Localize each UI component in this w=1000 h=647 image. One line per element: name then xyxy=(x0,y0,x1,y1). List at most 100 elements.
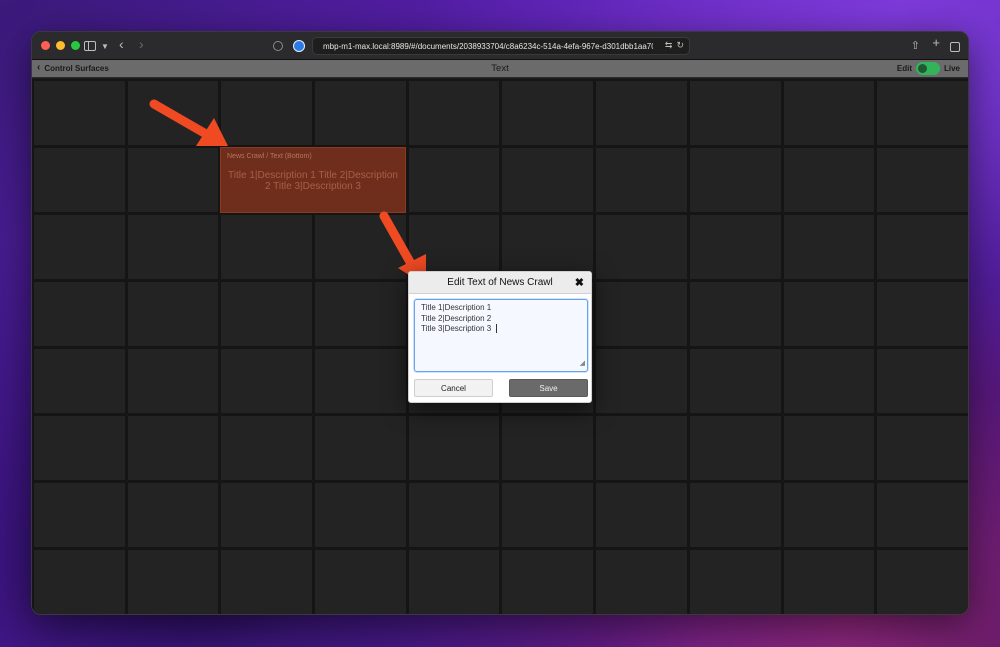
grid-cell[interactable] xyxy=(689,483,781,547)
grid-cell[interactable] xyxy=(877,416,968,480)
grid-cell[interactable] xyxy=(783,148,875,212)
grid-cell[interactable] xyxy=(689,416,781,480)
grid-cell[interactable] xyxy=(783,349,875,413)
grid-cell[interactable] xyxy=(408,483,500,547)
grid-cell[interactable] xyxy=(34,483,125,547)
tab-overview-icon[interactable] xyxy=(950,42,960,52)
grid-cell[interactable] xyxy=(221,349,313,413)
grid-cell[interactable] xyxy=(127,148,219,212)
news-crawl-tile[interactable]: News Crawl / Text (Bottom) Title 1|Descr… xyxy=(220,147,406,213)
grid-cell[interactable] xyxy=(596,349,687,413)
grid-cell[interactable] xyxy=(315,550,406,614)
grid-cell[interactable] xyxy=(315,349,406,413)
grid-cell[interactable] xyxy=(221,416,313,480)
grid-cell[interactable] xyxy=(877,550,968,614)
grid-cell[interactable] xyxy=(596,81,687,145)
grid-cell[interactable] xyxy=(877,483,968,547)
grid-cell[interactable] xyxy=(689,215,781,279)
grid-cell[interactable] xyxy=(127,349,219,413)
grid-cell[interactable] xyxy=(315,215,406,279)
close-icon[interactable]: ✖ xyxy=(575,276,584,289)
zoom-window-button[interactable] xyxy=(71,41,80,50)
grid-cell[interactable] xyxy=(408,550,500,614)
password-manager-icon[interactable] xyxy=(293,40,305,52)
grid-cell[interactable] xyxy=(34,81,125,145)
grid-cell[interactable] xyxy=(127,550,219,614)
reload-icon[interactable]: ↻ xyxy=(676,40,684,51)
text-input-area[interactable]: Title 1|Description 1 Title 2|Descriptio… xyxy=(414,299,588,372)
grid-cell[interactable] xyxy=(127,282,219,346)
grid-cell[interactable] xyxy=(502,416,594,480)
grid-cell[interactable] xyxy=(221,483,313,547)
grid-cell[interactable] xyxy=(127,215,219,279)
grid-cell[interactable] xyxy=(34,282,125,346)
grid-cell[interactable] xyxy=(34,550,125,614)
grid-cell[interactable] xyxy=(315,483,406,547)
mode-edit-label: Edit xyxy=(896,64,912,73)
grid-cell[interactable] xyxy=(877,148,968,212)
grid-cell[interactable] xyxy=(689,81,781,145)
grid-cell[interactable] xyxy=(689,282,781,346)
back-arrow-icon[interactable]: ‹ xyxy=(119,36,124,52)
share-icon[interactable]: ⇧ xyxy=(911,38,920,54)
grid-cell[interactable] xyxy=(34,148,125,212)
grid-cell[interactable] xyxy=(783,81,875,145)
grid-cell[interactable] xyxy=(502,148,594,212)
grid-cell[interactable] xyxy=(877,81,968,145)
grid-cell[interactable] xyxy=(596,550,687,614)
address-bar[interactable]: mbp-m1-max.local:8989/#/documents/203893… xyxy=(312,37,690,55)
grid-cell[interactable] xyxy=(502,483,594,547)
grid-cell[interactable] xyxy=(596,416,687,480)
translate-icon[interactable]: ⇆ xyxy=(665,40,673,51)
chevron-down-icon[interactable]: ▼ xyxy=(101,39,109,55)
grid-cell[interactable] xyxy=(408,215,500,279)
grid-cell[interactable] xyxy=(596,282,687,346)
grid-cell[interactable] xyxy=(315,282,406,346)
grid-cell[interactable] xyxy=(315,416,406,480)
text-line: Title 2|Description 2 xyxy=(421,313,492,323)
edit-live-switch[interactable] xyxy=(915,62,940,75)
minimize-window-button[interactable] xyxy=(56,41,65,50)
grid-cell[interactable] xyxy=(127,81,219,145)
grid-cell[interactable] xyxy=(408,148,500,212)
grid-cell[interactable] xyxy=(34,215,125,279)
grid-cell[interactable] xyxy=(221,282,313,346)
grid-cell[interactable] xyxy=(221,550,313,614)
grid-cell[interactable] xyxy=(127,483,219,547)
grid-cell[interactable] xyxy=(221,81,313,145)
close-window-button[interactable] xyxy=(41,41,50,50)
grid-cell[interactable] xyxy=(34,349,125,413)
grid-cell[interactable] xyxy=(877,282,968,346)
grid-cell[interactable] xyxy=(596,148,687,212)
tile-text: Title 1|Description 1 Title 2|Descriptio… xyxy=(228,170,398,192)
grid-cell[interactable] xyxy=(502,81,594,145)
grid-cell[interactable] xyxy=(689,349,781,413)
grid-cell[interactable] xyxy=(596,215,687,279)
grid-cell[interactable] xyxy=(221,215,313,279)
text-line: Title 1|Description 1 xyxy=(421,303,492,312)
grid-cell[interactable] xyxy=(596,483,687,547)
save-button[interactable]: Save xyxy=(509,379,588,397)
forward-arrow-icon[interactable]: › xyxy=(139,36,144,52)
grid-cell[interactable] xyxy=(877,215,968,279)
grid-cell[interactable] xyxy=(689,550,781,614)
grid-cell[interactable] xyxy=(502,215,594,279)
grid-cell[interactable] xyxy=(408,81,500,145)
grid-cell[interactable] xyxy=(127,416,219,480)
grid-cell[interactable] xyxy=(783,282,875,346)
grid-cell[interactable] xyxy=(315,81,406,145)
cancel-button[interactable]: Cancel xyxy=(414,379,493,397)
grid-cell[interactable] xyxy=(877,349,968,413)
grid-cell[interactable] xyxy=(783,416,875,480)
grid-cell[interactable] xyxy=(34,416,125,480)
grid-cell[interactable] xyxy=(502,550,594,614)
grid-cell[interactable] xyxy=(783,483,875,547)
grid-cell[interactable] xyxy=(408,416,500,480)
grid-cell[interactable] xyxy=(689,148,781,212)
sidebar-icon[interactable] xyxy=(84,41,96,51)
new-tab-icon[interactable]: + xyxy=(932,35,940,51)
privacy-shield-icon[interactable] xyxy=(273,41,283,51)
grid-cell[interactable] xyxy=(783,215,875,279)
grid-cell[interactable] xyxy=(783,550,875,614)
resize-handle-icon[interactable]: ◢ xyxy=(580,359,585,370)
